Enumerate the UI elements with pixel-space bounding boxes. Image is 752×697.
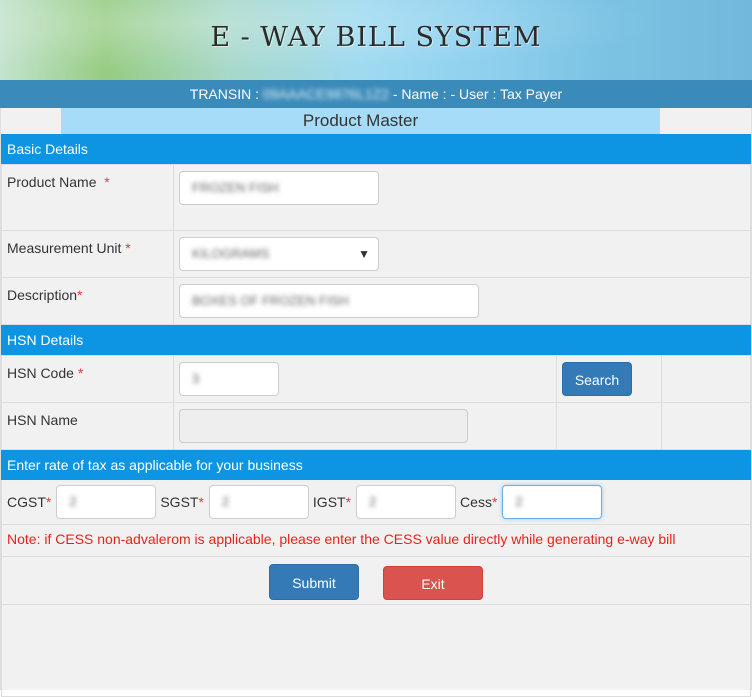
sgst-label: SGST*: [160, 494, 204, 510]
hsn-name-label-cell: HSN Name: [1, 402, 174, 450]
hsn-code-input[interactable]: 3: [179, 362, 279, 396]
chevron-down-icon: ▼: [358, 247, 370, 261]
description-cell: BOXES OF FROZEN FISH: [173, 277, 751, 325]
description-label: Description: [7, 287, 78, 303]
app-title: E - WAY BILL SYSTEM: [210, 22, 542, 53]
igst-input[interactable]: 2: [356, 485, 457, 519]
section-hsn-details: HSN Details: [1, 325, 751, 355]
sgst-value: 2: [221, 494, 230, 509]
hsn-name-cell: [173, 402, 557, 450]
section-tax-rate: Enter rate of tax as applicable for your…: [1, 450, 751, 480]
hsn-code-value: 3: [192, 371, 200, 386]
measurement-unit-row: Measurement Unit * KILOGRAMS ▼: [1, 230, 751, 278]
cess-note: Note: if CESS non-advalerom is applicabl…: [1, 525, 751, 557]
empty-cell: [661, 402, 751, 450]
hsn-code-cell: 3: [173, 355, 557, 403]
sgst-input[interactable]: 2: [208, 485, 309, 519]
cgst-label: CGST*: [7, 494, 52, 510]
hsn-details-table: HSN Code * 3 Search HSN Name: [1, 355, 751, 450]
measurement-unit-cell: KILOGRAMS ▼: [173, 230, 751, 278]
required-marker: *: [104, 174, 110, 190]
hsn-name-label: HSN Name: [7, 412, 78, 428]
measurement-unit-label-cell: Measurement Unit *: [1, 230, 174, 278]
product-name-label: Product Name: [7, 174, 97, 190]
header-banner: E - WAY BILL SYSTEM: [0, 0, 752, 80]
hsn-name-row: HSN Name: [1, 402, 751, 450]
product-name-input-cell: FROZEN FISH: [173, 164, 751, 231]
required-marker: *: [125, 240, 131, 256]
description-input[interactable]: BOXES OF FROZEN FISH: [179, 284, 479, 318]
description-value: BOXES OF FROZEN FISH: [192, 293, 349, 308]
product-master-page: Product Master Basic Details Product Nam…: [0, 108, 752, 697]
description-label-cell: Description*: [1, 277, 174, 325]
cgst-value: 2: [69, 494, 77, 509]
user-info-text: - Name : - User : Tax Payer: [392, 86, 563, 102]
product-name-row: Product Name * FROZEN FISH: [1, 164, 751, 231]
empty-cell: [556, 402, 662, 450]
description-row: Description* BOXES OF FROZEN FISH: [1, 277, 751, 325]
exit-button[interactable]: Exit: [383, 566, 483, 600]
hsn-code-row: HSN Code * 3 Search: [1, 355, 751, 403]
section-basic-details: Basic Details: [1, 134, 751, 164]
product-name-input[interactable]: FROZEN FISH: [179, 171, 379, 205]
hsn-name-input: [179, 409, 468, 443]
hsn-code-label: HSN Code: [7, 365, 74, 381]
igst-label: IGST*: [312, 494, 352, 510]
search-button[interactable]: Search: [562, 362, 632, 396]
tax-rate-row: CGST* 2 SGST* 2 IGST* 2 Cess* 2: [1, 480, 751, 525]
measurement-unit-value: KILOGRAMS: [192, 246, 270, 261]
igst-value: 2: [369, 494, 377, 509]
basic-details-table: Product Name * FROZEN FISH Measurement U…: [1, 164, 751, 325]
cess-value: 2: [515, 494, 523, 509]
page-title: Product Master: [61, 108, 660, 134]
user-info-bar: TRANSIN : 09AAACE9876L1Z2 - Name : - Use…: [0, 80, 752, 108]
transin-value: 09AAACE9876L1Z2: [262, 86, 389, 102]
product-name-value: FROZEN FISH: [192, 180, 279, 195]
hsn-code-label-cell: HSN Code *: [1, 355, 174, 403]
cess-input[interactable]: 2: [502, 485, 603, 519]
required-marker: *: [77, 365, 84, 381]
page-title-strip: Product Master: [1, 108, 751, 134]
hsn-search-cell: Search: [556, 355, 662, 403]
submit-button[interactable]: Submit: [269, 564, 359, 600]
measurement-unit-label: Measurement Unit: [7, 240, 122, 256]
measurement-unit-select[interactable]: KILOGRAMS ▼: [179, 237, 379, 271]
product-name-label-cell: Product Name *: [1, 164, 174, 231]
transin-label: TRANSIN :: [189, 86, 259, 102]
cgst-input[interactable]: 2: [56, 485, 157, 519]
empty-cell: [661, 355, 751, 403]
bottom-empty-area: [1, 605, 751, 697]
form-actions: Submit Exit: [1, 557, 751, 605]
cess-label: Cess*: [460, 494, 498, 510]
required-marker: *: [77, 287, 83, 303]
